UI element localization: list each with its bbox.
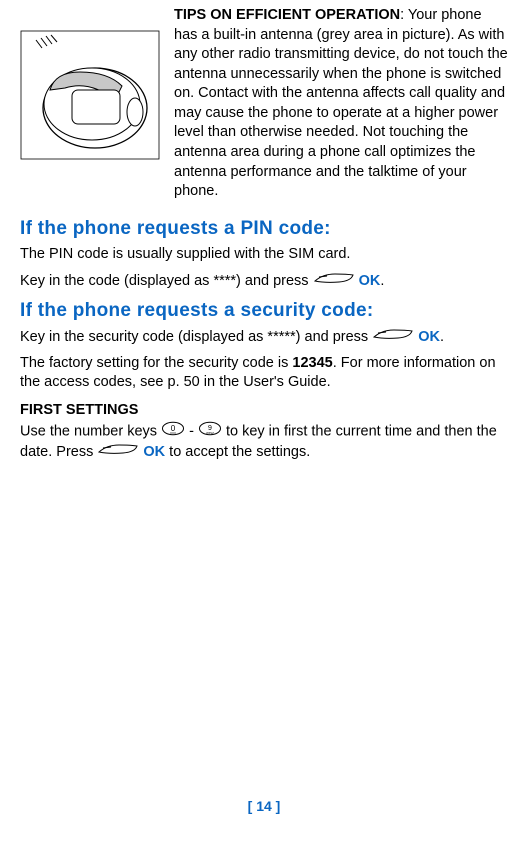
tips-body: : Your phone has a built-in antenna (gre… (174, 7, 508, 199)
ok-label: OK (418, 329, 440, 345)
heading-security: If the phone requests a security code: (20, 298, 508, 324)
softkey-icon (372, 327, 414, 348)
pin-line-2-post: . (380, 273, 384, 289)
heading-pin: If the phone requests a PIN code: (20, 216, 508, 242)
first-settings-line: Use the number keys 0 - 9wxyz to key in … (20, 421, 508, 463)
first-settings-post: to accept the settings. (165, 444, 310, 460)
first-settings-dash: - (185, 423, 198, 439)
first-settings-pre: Use the number keys (20, 423, 161, 439)
security-line-1: Key in the security code (displayed as *… (20, 327, 508, 348)
phone-antenna-illustration (20, 30, 160, 160)
key-9-icon: 9wxyz (198, 421, 222, 443)
softkey-icon (97, 442, 139, 463)
pin-line-2: Key in the code (displayed as ****) and … (20, 271, 508, 292)
tips-block: TIPS ON EFFICIENT OPERATION: Your phone … (20, 6, 508, 202)
security-line-1-post: . (440, 329, 444, 345)
tips-text: TIPS ON EFFICIENT OPERATION: Your phone … (174, 6, 508, 202)
page-number: [ 14 ] (0, 797, 528, 816)
security-line-2: The factory setting for the security cod… (20, 354, 508, 393)
security-line-1-pre: Key in the security code (displayed as *… (20, 329, 372, 345)
ok-label: OK (143, 444, 165, 460)
softkey-icon (313, 271, 355, 292)
pin-line-1: The PIN code is usually supplied with th… (20, 245, 508, 265)
security-line-2-pre: The factory setting for the security cod… (20, 355, 292, 371)
pin-line-2-pre: Key in the code (displayed as ****) and … (20, 273, 313, 289)
heading-first-settings: FIRST SETTINGS (20, 401, 508, 421)
default-code: 12345 (292, 355, 332, 371)
svg-text:0: 0 (171, 424, 176, 433)
tips-label: TIPS ON EFFICIENT OPERATION (174, 7, 400, 23)
ok-label: OK (359, 273, 381, 289)
svg-text:wxyz: wxyz (206, 431, 214, 435)
key-0-icon: 0 (161, 421, 185, 443)
